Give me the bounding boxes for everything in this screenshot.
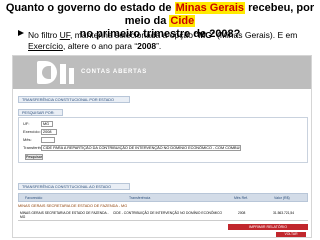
transferencia-select[interactable]: CIDE PARA A REPARTIÇÃO DA CONTRIBUIÇÃO D…: [41, 145, 241, 151]
instruction-ano: 2008: [137, 41, 157, 51]
exercicio-select[interactable]: 2008: [41, 129, 57, 135]
brand-name: CONTAS ABERTAS: [81, 69, 148, 75]
cell-favorecido: MINAS GERAIS SECRETARIA DE ESTADO DE FAZ…: [20, 211, 109, 219]
pesquisar-button[interactable]: Pesquisar: [25, 154, 43, 160]
cell-mes: 2008: [238, 211, 246, 215]
transferencia-row: Transferência:: [23, 145, 49, 151]
highlight-minas-gerais: Minas Gerais: [174, 2, 246, 14]
group-label: MINAS GERAIS SECRETARIA DE ESTADO DE FAZ…: [18, 204, 128, 208]
search-form: UF: MG Exercício: 2008 Mês: Transferênci…: [18, 117, 308, 163]
instruction-t4: , altere o ano para “: [62, 41, 138, 51]
site-banner: CONTAS ABERTAS: [13, 56, 311, 89]
section-resultado: TRANSFERÊNCIA CONSTITUCIONAL AO ESTADO: [18, 183, 130, 190]
screenshot-panel: CONTAS ABERTAS TRANSFERÊNCIA CONSTITUCIO…: [12, 55, 312, 238]
instruction-text: No filtro UF, mantenha selecionada a opç…: [28, 30, 318, 52]
logo-bar-small-icon: [69, 68, 74, 84]
instruction-exercicio: Exercício: [28, 41, 63, 51]
table-header: Favorecido Transferência Mês Ref. Valor …: [18, 193, 308, 202]
mes-row: Mês:: [23, 137, 37, 143]
transferencia-label: Transferência:: [23, 145, 49, 150]
cell-transferencia: CIDE - CONTRIBUIÇÃO DE INTERVENÇÃO NO DO…: [113, 211, 223, 215]
exercicio-row: Exercício:: [23, 129, 41, 135]
mes-select[interactable]: [41, 137, 55, 143]
instruction-t3: ” (Minas Gerais). E em: [211, 30, 298, 40]
header-valor: Valor (R$): [274, 196, 290, 200]
instruction-t2: , mantenha selecionada a opção “: [70, 30, 199, 40]
header-favorecido: Favorecido: [25, 196, 43, 200]
cell-valor: 31.563.721,54: [273, 211, 295, 215]
instruction-mg: MG: [198, 30, 212, 40]
uf-row: UF:: [23, 121, 37, 127]
question-part1: Quanto o governo do estado de: [5, 2, 175, 14]
section-pesquisar: PESQUISAR POR:: [18, 109, 63, 116]
results-table: Favorecido Transferência Mês Ref. Valor …: [18, 193, 308, 233]
uf-label: UF:: [23, 121, 30, 126]
voltar-button[interactable]: VOLTAR: [276, 232, 306, 237]
table-row[interactable]: MINAS GERAIS SECRETARIA DE ESTADO DE FAZ…: [18, 210, 308, 221]
instruction-uf: UF: [59, 30, 71, 40]
instruction-t5: ”.: [156, 41, 162, 51]
header-mes: Mês Ref.: [234, 196, 249, 200]
header-transferencia: Transferência: [129, 196, 151, 200]
bullet-icon: [18, 30, 24, 36]
mes-label: Mês:: [23, 137, 32, 142]
logo-icon: [37, 61, 57, 84]
exercicio-label: Exercício:: [23, 129, 41, 134]
highlight-cide: Cide: [169, 15, 196, 27]
instruction-t1: No filtro: [28, 30, 60, 40]
logo-bar-icon: [60, 64, 66, 84]
imprimir-relatorio-button[interactable]: IMPRIMIR RELATÓRIO: [228, 224, 308, 230]
uf-select[interactable]: MG: [41, 121, 53, 127]
section-transferencia: TRANSFERÊNCIA CONSTITUCIONAL POR ESTADO: [18, 96, 130, 103]
